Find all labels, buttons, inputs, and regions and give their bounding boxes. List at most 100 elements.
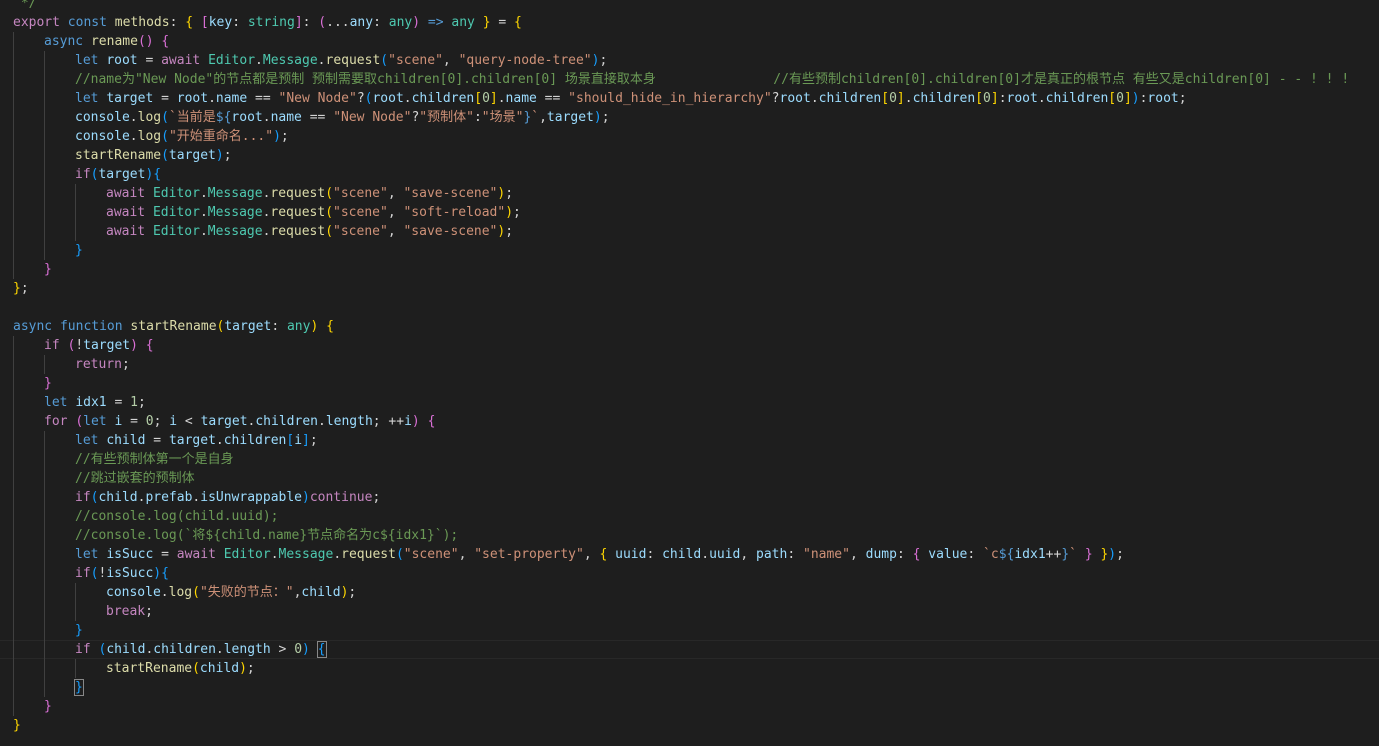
indent-guide (13, 222, 14, 241)
code-token: = (122, 414, 146, 429)
code-token: == (247, 91, 279, 106)
code-line[interactable]: startRename(target); (0, 146, 1379, 165)
code-line[interactable]: } (0, 241, 1379, 260)
code-line[interactable]: let idx1 = 1; (0, 393, 1379, 412)
code-token: ] (294, 15, 303, 30)
code-token: "query-node-tree" (458, 53, 592, 68)
indent-guide (13, 450, 14, 469)
code-token: length (325, 414, 373, 429)
code-line[interactable]: if(target){ (0, 165, 1379, 184)
code-token: children (912, 91, 976, 106)
code-line[interactable]: //console.log(child.uuid); (0, 507, 1379, 526)
code-line[interactable]: } (0, 697, 1379, 716)
code-token: == (301, 110, 334, 125)
code-token: , (458, 547, 475, 562)
code-token: = (153, 547, 177, 562)
code-token: "save-scene" (403, 224, 498, 239)
code-token: async (13, 319, 53, 334)
code-token: < (177, 414, 201, 429)
code-line[interactable]: } (0, 260, 1379, 279)
code-line[interactable]: //console.log(`将${child.name}节点命名为c${idx… (0, 526, 1379, 545)
code-line[interactable]: await Editor.Message.request("scene", "s… (0, 203, 1379, 222)
code-line[interactable]: async function startRename(target: any) … (0, 317, 1379, 336)
code-line[interactable]: //name为"New Node"的节点都是预制 预制需要取children[0… (0, 70, 1379, 89)
code-line[interactable]: } (0, 716, 1379, 735)
indent-guide (13, 146, 14, 165)
code-line[interactable]: break; (0, 602, 1379, 621)
code-token: 1 (130, 395, 138, 410)
code-line[interactable]: console.log(`当前是${root.name == "New Node… (0, 108, 1379, 127)
code-line[interactable]: //有些预制体第一个是自身 (0, 450, 1379, 469)
code-token: } (75, 243, 83, 258)
code-line[interactable]: } (0, 678, 1379, 697)
code-line[interactable]: if (!target) { (0, 336, 1379, 355)
code-token: } (44, 699, 52, 714)
code-line[interactable]: export const methods: { [key: string]: (… (0, 13, 1379, 32)
code-token: console (106, 585, 161, 600)
indent-guide (13, 70, 14, 89)
code-token: children (411, 91, 475, 106)
code-token: "should_hide_in_hierarchy" (568, 91, 772, 106)
code-token: { (427, 414, 436, 429)
code-line[interactable]: */ (0, 0, 1379, 13)
code-token: //name为"New Node"的节点都是预制 预制需要取children[0… (75, 72, 1350, 87)
code-line[interactable]: let isSucc = await Editor.Message.reques… (0, 545, 1379, 564)
indent-guide (13, 526, 14, 545)
code-token: "name" (803, 547, 850, 562)
code-token: Editor (152, 224, 200, 239)
code-token: ` (1069, 547, 1077, 562)
code-token: if (75, 566, 91, 581)
code-token: return (75, 357, 122, 372)
code-token: prefab (145, 490, 193, 505)
code-token: const (67, 15, 107, 30)
code-line[interactable]: return; (0, 355, 1379, 374)
code-line[interactable]: async rename() { (0, 32, 1379, 51)
code-line[interactable]: console.log("开始重命名..."); (0, 127, 1379, 146)
code-line[interactable] (0, 298, 1379, 317)
code-text: }; (13, 279, 29, 298)
code-token: export (13, 15, 60, 30)
code-token: { (161, 566, 169, 581)
code-token: ; (348, 585, 357, 600)
indent-guide (13, 488, 14, 507)
code-token: target (168, 433, 216, 448)
indent-guide (13, 678, 14, 697)
code-token: . (1037, 91, 1046, 106)
code-line[interactable]: startRename(child); (0, 659, 1379, 678)
code-token: 0 (889, 91, 897, 106)
code-token: . (255, 53, 263, 68)
indent-guide (44, 545, 45, 564)
indent-guide (75, 203, 76, 222)
code-token: 0 (983, 91, 991, 106)
code-line[interactable]: } (0, 621, 1379, 640)
code-token: Editor (208, 53, 256, 68)
code-line[interactable]: let child = target.children[i]; (0, 431, 1379, 450)
code-token: i (404, 414, 412, 429)
code-line[interactable]: await Editor.Message.request("scene", "s… (0, 184, 1379, 203)
code-token: ; (20, 281, 29, 296)
code-token: ( (395, 547, 404, 562)
code-token: "scene" (388, 53, 443, 68)
code-line[interactable]: }; (0, 279, 1379, 298)
code-line[interactable]: let target = root.name == "New Node"?(ro… (0, 89, 1379, 108)
code-line[interactable]: if(!isSucc){ (0, 564, 1379, 583)
code-token: child (301, 585, 341, 600)
code-editor[interactable]: */export const methods: { [key: string]:… (0, 0, 1379, 746)
code-line[interactable]: if (child.children.length > 0) { (0, 640, 1379, 659)
code-token: value (928, 547, 968, 562)
indent-guide (13, 203, 14, 222)
indent-guide (13, 32, 14, 51)
code-line[interactable]: await Editor.Message.request("scene", "s… (0, 222, 1379, 241)
code-line[interactable]: if(child.prefab.isUnwrappable)continue; (0, 488, 1379, 507)
code-line[interactable]: //跳过嵌套的预制体 (0, 469, 1379, 488)
indent-guide (44, 431, 45, 450)
code-line[interactable]: let root = await Editor.Message.request(… (0, 51, 1379, 70)
code-line[interactable]: } (0, 374, 1379, 393)
code-line[interactable]: for (let i = 0; i < target.children.leng… (0, 412, 1379, 431)
code-line[interactable]: console.log("失败的节点：",child); (0, 583, 1379, 602)
